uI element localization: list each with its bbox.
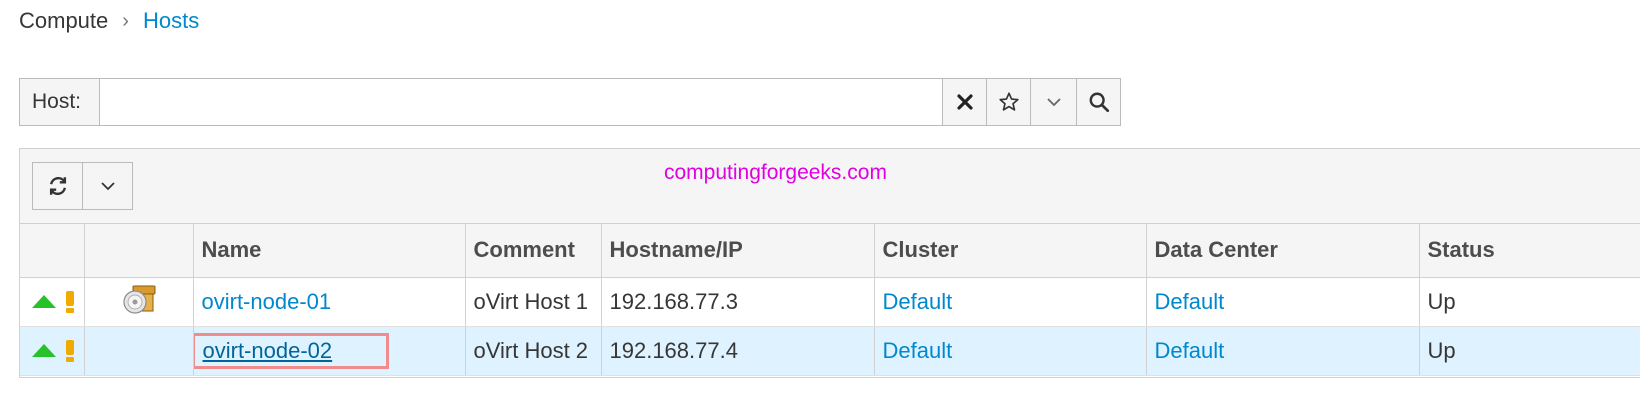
watermark: computingforgeeks.com	[664, 161, 887, 184]
up-arrow-icon	[32, 295, 56, 308]
table-row[interactable]: ovirt-node-02 oVirt Host 2 192.168.77.4 …	[20, 326, 1640, 376]
data-center-link[interactable]: Default	[1155, 289, 1225, 314]
data-center-cell: Default	[1146, 277, 1420, 327]
breadcrumb: Compute › Hosts	[19, 8, 199, 34]
table-header-row: Name Comment Hostname/IP Cluster Data Ce…	[20, 224, 1640, 278]
column-header-type-icons	[84, 224, 194, 278]
column-header-hostname[interactable]: Hostname/IP	[601, 224, 875, 278]
search-input[interactable]	[100, 79, 942, 125]
status-icons-cell	[20, 277, 85, 327]
cluster-link[interactable]: Default	[883, 289, 953, 314]
chevron-down-icon	[1046, 98, 1061, 107]
comment-cell: oVirt Host 1	[465, 277, 602, 327]
host-name-link[interactable]: ovirt-node-01	[202, 289, 332, 314]
cluster-link[interactable]: Default	[883, 338, 953, 363]
close-icon	[956, 94, 973, 110]
hosts-table: Name Comment Hostname/IP Cluster Data Ce…	[20, 224, 1640, 376]
breadcrumb-hosts[interactable]: Hosts	[143, 8, 199, 34]
column-header-data-center[interactable]: Data Center	[1146, 224, 1420, 278]
refresh-icon	[49, 177, 66, 195]
hostname-cell: 192.168.77.4	[601, 326, 875, 376]
star-icon	[998, 92, 1019, 111]
highlight-box: ovirt-node-02	[193, 332, 390, 369]
chevron-down-icon	[100, 182, 115, 191]
breadcrumb-separator-icon: ›	[122, 9, 129, 32]
data-center-link[interactable]: Default	[1155, 338, 1225, 363]
search-icon	[1089, 92, 1109, 113]
comment-cell: oVirt Host 2	[465, 326, 602, 376]
up-arrow-icon	[32, 344, 56, 357]
host-name-cell: ovirt-node-01	[193, 277, 466, 327]
host-name-link[interactable]: ovirt-node-02	[203, 338, 333, 363]
exclamation-icon	[66, 290, 74, 313]
refresh-options-dropdown[interactable]	[82, 163, 132, 209]
search-history-dropdown[interactable]	[1030, 79, 1076, 125]
hostname-cell: 192.168.77.3	[601, 277, 875, 327]
column-header-comment[interactable]: Comment	[465, 224, 602, 278]
column-header-cluster[interactable]: Cluster	[874, 224, 1147, 278]
spm-server-icon	[122, 285, 155, 314]
hosts-grid: computingforgeeks.com Name Comment Hostn…	[19, 148, 1640, 378]
exclamation-icon	[66, 339, 74, 362]
type-icon-cell	[84, 326, 194, 376]
column-header-status-icons	[20, 224, 85, 278]
refresh-button-group	[32, 162, 133, 210]
status-cell: Up	[1419, 326, 1640, 376]
host-name-cell: ovirt-node-02	[193, 326, 466, 376]
cluster-cell: Default	[874, 326, 1147, 376]
cluster-cell: Default	[874, 277, 1147, 327]
clear-search-button[interactable]	[942, 79, 986, 125]
status-cell: Up	[1419, 277, 1640, 327]
status-icons-cell	[20, 326, 85, 376]
data-center-cell: Default	[1146, 326, 1420, 376]
search-bar: Host:	[19, 78, 1121, 126]
column-header-name[interactable]: Name	[193, 224, 466, 278]
column-header-status[interactable]: Status	[1419, 224, 1640, 278]
bookmark-button[interactable]	[986, 79, 1030, 125]
grid-toolbar: computingforgeeks.com	[20, 149, 1640, 224]
breadcrumb-compute[interactable]: Compute	[19, 8, 108, 34]
table-row[interactable]: ovirt-node-01 oVirt Host 1 192.168.77.3 …	[20, 277, 1640, 327]
refresh-button[interactable]	[33, 163, 82, 209]
search-label: Host:	[20, 79, 100, 125]
type-icon-cell	[84, 277, 194, 327]
search-button[interactable]	[1076, 79, 1120, 125]
